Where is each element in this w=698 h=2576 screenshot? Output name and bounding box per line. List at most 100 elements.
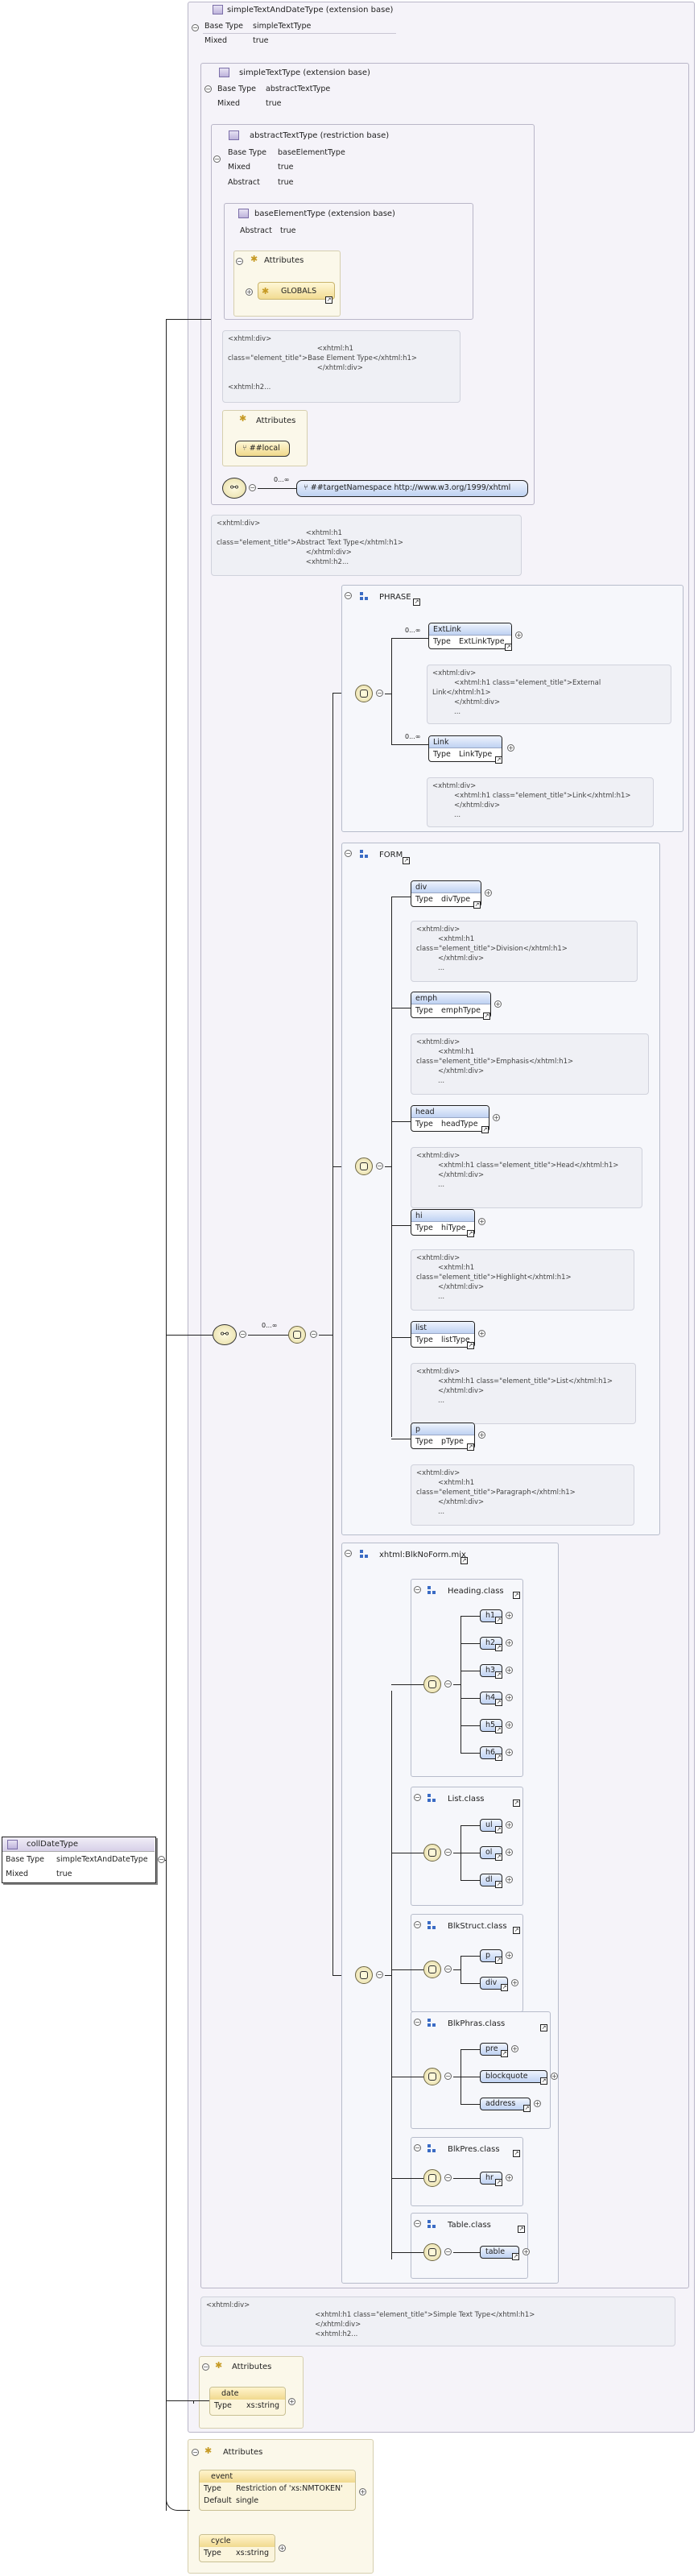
collapse-toggle[interactable]: − bbox=[249, 484, 256, 491]
collapse-toggle[interactable]: − bbox=[192, 2449, 199, 2456]
collapse-toggle[interactable]: − bbox=[414, 1921, 421, 1928]
collapse-toggle[interactable]: − bbox=[414, 2144, 421, 2151]
collapse-toggle[interactable]: − bbox=[414, 1586, 421, 1593]
attribute-star-icon: ✱ bbox=[239, 413, 247, 424]
connector bbox=[461, 2049, 480, 2050]
element-blockquote[interactable]: blockquote bbox=[480, 2070, 547, 2083]
expand-toggle[interactable]: + bbox=[511, 2045, 518, 2052]
connector bbox=[258, 488, 296, 489]
expand-toggle[interactable]: + bbox=[506, 1721, 513, 1729]
expand-toggle[interactable]: + bbox=[246, 288, 253, 296]
expand-toggle[interactable]: + bbox=[494, 1000, 502, 1008]
expand-toggle[interactable]: + bbox=[359, 2488, 366, 2495]
expand-toggle[interactable]: + bbox=[534, 2100, 541, 2107]
expand-toggle[interactable]: + bbox=[506, 1749, 513, 1756]
collapse-toggle[interactable]: − bbox=[414, 2220, 421, 2227]
element-emph[interactable]: emph Type emphType bbox=[411, 992, 491, 1018]
expand-toggle[interactable]: + bbox=[551, 2073, 558, 2080]
attribute-star-icon: ✱ bbox=[250, 254, 258, 264]
expand-toggle[interactable]: + bbox=[506, 1612, 513, 1619]
element-p[interactable]: p Type pType bbox=[411, 1423, 475, 1449]
attribute-cycle[interactable]: cycle Type xs:string bbox=[199, 2534, 275, 2562]
collapse-toggle[interactable]: − bbox=[444, 1680, 452, 1688]
expand-toggle[interactable]: + bbox=[506, 1667, 513, 1674]
ref-corner-icon: ↗ bbox=[518, 2226, 525, 2233]
element-hi[interactable]: hi Type hiType bbox=[411, 1209, 475, 1236]
expand-toggle[interactable]: + bbox=[279, 2545, 286, 2552]
collapse-toggle[interactable]: − bbox=[239, 1331, 246, 1338]
connector bbox=[461, 1698, 480, 1699]
attribute-type: Type xs:string bbox=[214, 2401, 280, 2410]
expand-toggle[interactable]: + bbox=[506, 1952, 513, 1959]
collapse-toggle[interactable]: − bbox=[414, 1794, 421, 1801]
expand-toggle[interactable]: + bbox=[511, 1979, 518, 1986]
collapse-toggle[interactable]: − bbox=[376, 1971, 383, 1978]
type-title: baseElementType (extension base) bbox=[254, 209, 395, 218]
any-attribute[interactable]: ⑂ ##local bbox=[235, 441, 290, 457]
collapse-toggle[interactable]: − bbox=[236, 258, 243, 265]
collapse-toggle[interactable]: − bbox=[345, 850, 352, 857]
connector bbox=[391, 897, 392, 1437]
choice-compositor-icon bbox=[355, 1158, 373, 1175]
base-type-row: Base Type simpleTextAndDateType bbox=[6, 1855, 148, 1864]
collapse-toggle[interactable]: − bbox=[158, 1856, 165, 1863]
group-title: BlkPhras.class bbox=[448, 2019, 506, 2028]
expand-toggle[interactable]: + bbox=[478, 1218, 485, 1225]
choice-compositor-icon bbox=[423, 1675, 441, 1693]
collapse-toggle[interactable]: − bbox=[345, 592, 352, 599]
element-name: emph bbox=[411, 992, 490, 1004]
element-div[interactable]: div Type divType bbox=[411, 880, 481, 907]
expand-toggle[interactable]: + bbox=[506, 1821, 513, 1828]
element-head[interactable]: head Type headType bbox=[411, 1105, 489, 1132]
element-name: hi bbox=[411, 1210, 474, 1222]
expand-toggle[interactable]: + bbox=[506, 1639, 513, 1646]
collapse-toggle[interactable]: − bbox=[444, 2174, 452, 2181]
expand-toggle[interactable]: + bbox=[485, 889, 492, 897]
attribute-event[interactable]: event Type Restriction of 'xs:NMTOKEN' Defa… bbox=[199, 2470, 356, 2511]
collapse-toggle[interactable]: − bbox=[444, 1849, 452, 1856]
expand-toggle[interactable]: + bbox=[507, 744, 514, 752]
collapse-toggle[interactable]: − bbox=[414, 2019, 421, 2026]
collapse-toggle[interactable]: − bbox=[376, 1162, 383, 1170]
connector bbox=[453, 1684, 461, 1685]
local-label: ##local bbox=[249, 444, 280, 453]
occurrence: 0...∞ bbox=[262, 1322, 278, 1329]
element-type: Type listType bbox=[415, 1336, 470, 1344]
element-list[interactable]: list Type listType bbox=[411, 1321, 475, 1348]
collapse-toggle[interactable]: − bbox=[345, 1550, 352, 1557]
ref-corner-icon: ↗ bbox=[513, 1592, 520, 1599]
root-element[interactable]: collDateType Base Type simpleTextAndDateT… bbox=[2, 1837, 156, 1883]
collapse-toggle[interactable]: − bbox=[310, 1331, 317, 1338]
expand-toggle[interactable]: + bbox=[288, 2398, 295, 2405]
group-icon bbox=[427, 1921, 436, 1929]
any-element[interactable]: ⑂ ##targetNamespace http://www.w3.org/19… bbox=[296, 480, 528, 497]
expand-toggle[interactable]: + bbox=[506, 1694, 513, 1701]
group-icon bbox=[427, 1794, 436, 1802]
element-Link[interactable]: Link Type LinkType bbox=[428, 735, 502, 762]
expand-toggle[interactable]: + bbox=[478, 1330, 485, 1337]
expand-toggle[interactable]: + bbox=[506, 2174, 513, 2181]
collapse-toggle[interactable]: − bbox=[444, 2248, 452, 2255]
element-name: div bbox=[411, 881, 481, 893]
ref-corner-icon: ↗ bbox=[325, 296, 332, 304]
element-ExtLink[interactable]: ExtLink Type ExtLinkType bbox=[428, 623, 512, 649]
collapse-toggle[interactable]: − bbox=[202, 2363, 209, 2371]
collapse-toggle[interactable]: − bbox=[213, 155, 221, 163]
collapse-toggle[interactable]: − bbox=[444, 1965, 452, 1973]
collapse-toggle[interactable]: − bbox=[192, 24, 199, 31]
expand-toggle[interactable]: + bbox=[506, 1876, 513, 1883]
group-title: BlkPres.class bbox=[448, 2145, 500, 2154]
attribute-group[interactable]: ✱ GLOBALS bbox=[258, 282, 335, 300]
attribute-default: Default single bbox=[204, 2496, 259, 2505]
expand-toggle[interactable]: + bbox=[522, 2248, 530, 2255]
expand-toggle[interactable]: + bbox=[493, 1114, 500, 1121]
complex-type-icon bbox=[229, 130, 239, 140]
collapse-toggle[interactable]: − bbox=[444, 2073, 452, 2080]
attribute-date[interactable]: date Type xs:string bbox=[209, 2387, 286, 2416]
expand-toggle[interactable]: + bbox=[515, 632, 522, 639]
doc-annotation: <xhtml:div> <xhtml:h1 class="element_tit… bbox=[411, 1147, 642, 1208]
expand-toggle[interactable]: + bbox=[506, 1849, 513, 1856]
expand-toggle[interactable]: + bbox=[478, 1431, 485, 1439]
collapse-toggle[interactable]: − bbox=[376, 690, 383, 697]
collapse-toggle[interactable]: − bbox=[204, 85, 212, 93]
